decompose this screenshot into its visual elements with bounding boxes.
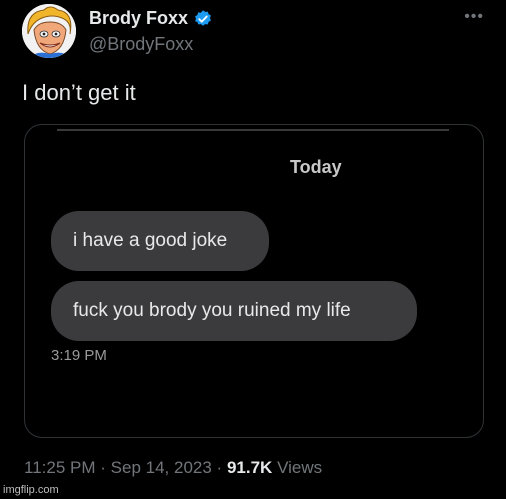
watermark: imgflip.com <box>3 484 59 496</box>
tweet-text: I don’t get it <box>22 80 136 105</box>
day-label: Today <box>290 157 342 177</box>
screenshot-top-edge <box>57 129 449 131</box>
more-options-icon[interactable]: ••• <box>464 8 484 26</box>
message-text: i have a good joke <box>73 230 228 251</box>
name-row: Brody Foxx <box>89 8 213 29</box>
verified-badge-icon[interactable] <box>193 9 213 29</box>
message-bubble: i have a good joke <box>51 211 269 271</box>
message-time: 3:19 PM <box>51 347 107 364</box>
views-label: Views <box>277 458 323 477</box>
meta-separator: · <box>100 458 106 477</box>
meta-separator: · <box>216 458 223 477</box>
display-name[interactable]: Brody Foxx <box>89 8 188 29</box>
tweet-meta: 11:25 PM · Sep 14, 2023 · 91.7K Views <box>24 458 322 478</box>
message-bubble: fuck you brody you ruined my life <box>51 281 417 341</box>
tweet-header: Brody Foxx @BrodyFoxx ••• <box>22 4 492 60</box>
tweet-date[interactable]: Sep 14, 2023 <box>111 458 212 477</box>
media-card[interactable]: Today i have a good joke fuck you brody … <box>24 124 484 438</box>
views-count: 91.7K <box>226 458 273 477</box>
tweet-time[interactable]: 11:25 PM <box>24 458 96 477</box>
avatar[interactable] <box>22 4 76 58</box>
cartoon-avatar-icon <box>22 4 76 58</box>
handle[interactable]: @BrodyFoxx <box>89 34 193 55</box>
message-text: fuck you brody you ruined my life <box>73 300 351 321</box>
